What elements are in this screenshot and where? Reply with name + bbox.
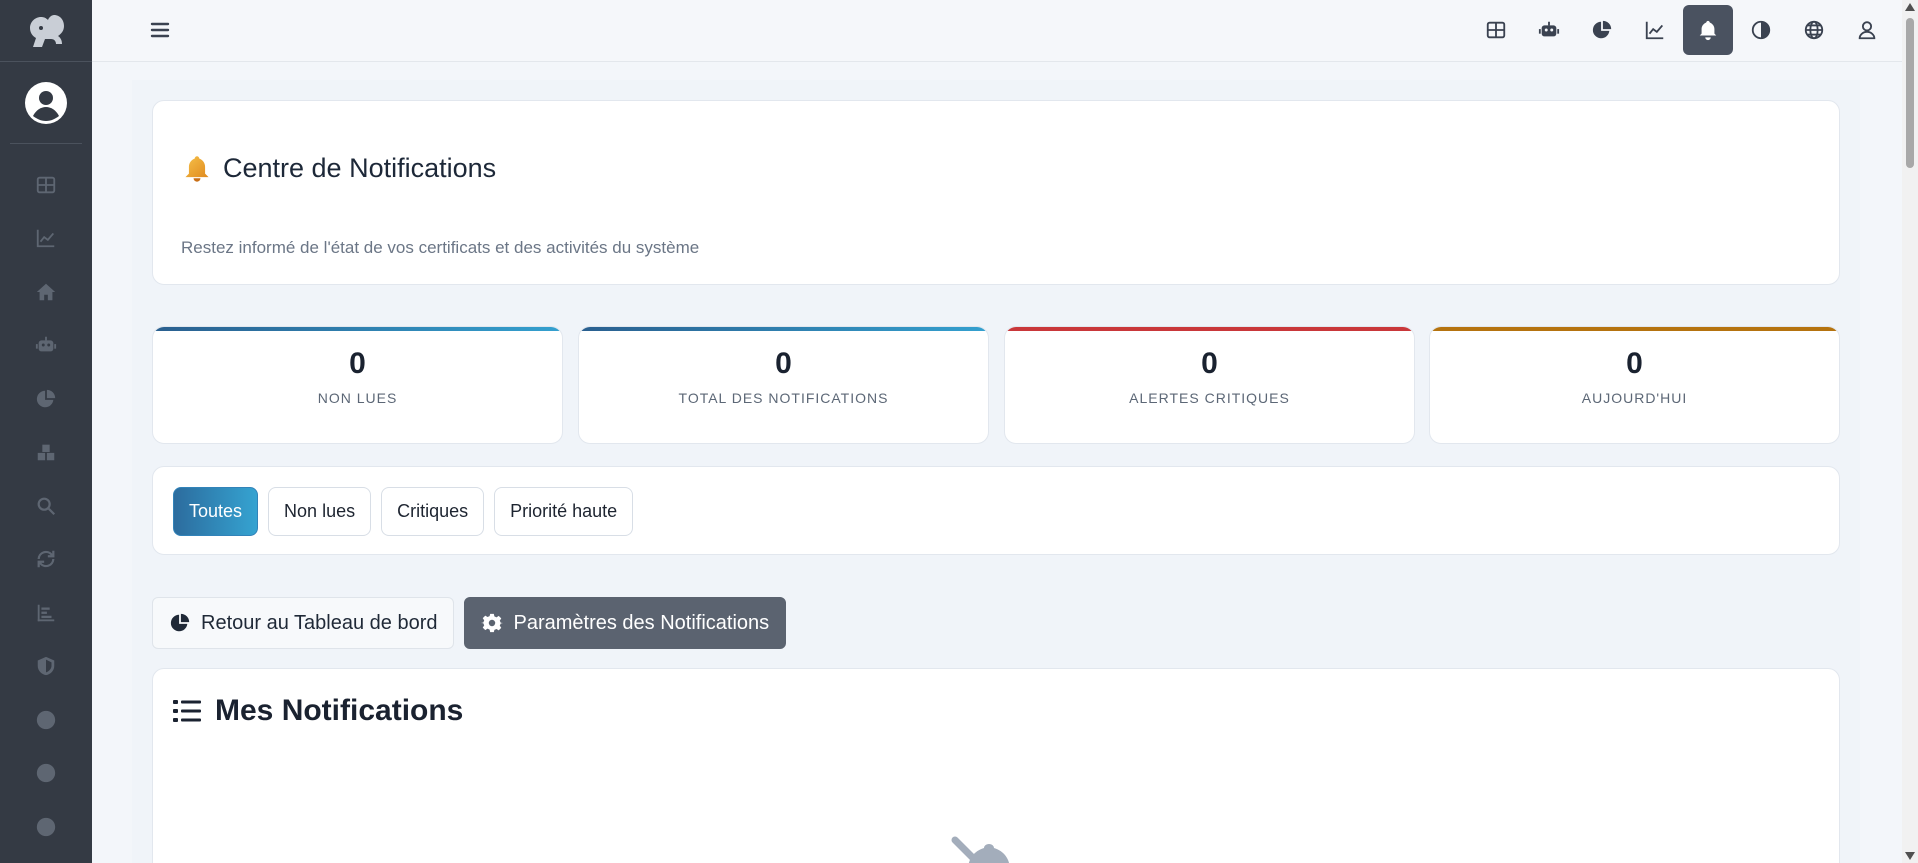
stat-value: 0 [349, 347, 366, 380]
nav-robot-button[interactable] [1524, 5, 1574, 55]
page-header-card: Centre de Notifications Restez informé d… [152, 100, 1840, 285]
chart-line-icon [1645, 21, 1664, 40]
circle-icon [36, 817, 56, 836]
sync-icon [37, 551, 55, 568]
sidebar-item-statistics[interactable] [0, 586, 92, 640]
nav-analytics-button[interactable] [1630, 5, 1680, 55]
action-buttons: Retour au Tableau de bord Paramètres des… [152, 597, 787, 649]
scroll-up-arrow-icon[interactable] [1905, 3, 1915, 11]
pie-chart-icon [36, 389, 56, 407]
stat-card-total: 0 TOTAL DES NOTIFICATIONS [578, 326, 989, 444]
stat-label: ALERTES CRITIQUES [1129, 390, 1290, 406]
pie-chart-icon [170, 613, 190, 632]
sidebar [0, 0, 92, 863]
nav-theme-button[interactable] [1736, 5, 1786, 55]
bell-icon [1699, 20, 1717, 41]
user-avatar[interactable] [10, 62, 82, 144]
filter-unread-button[interactable]: Non lues [268, 487, 372, 536]
stat-label: NON LUES [317, 390, 398, 406]
bar-chart-icon [37, 604, 55, 621]
back-to-dashboard-button[interactable]: Retour au Tableau de bord [152, 597, 455, 649]
squirrel-logo-icon [30, 14, 64, 47]
circle-icon [36, 710, 56, 729]
notification-settings-button[interactable]: Paramètres des Notifications [464, 597, 787, 649]
notification-settings-label: Paramètres des Notifications [513, 611, 770, 634]
sidebar-item-security[interactable] [0, 640, 92, 694]
stat-value: 0 [1626, 347, 1643, 380]
stat-accent-bar [153, 327, 562, 331]
user-icon [1858, 21, 1876, 40]
stat-card-critical: 0 ALERTES CRITIQUES [1004, 326, 1415, 444]
nav-profile-button[interactable] [1842, 5, 1892, 55]
sidebar-item-search[interactable] [0, 479, 92, 533]
sidebar-item-sync[interactable] [0, 533, 92, 587]
stat-label: TOTAL DES NOTIFICATIONS [678, 390, 889, 406]
vertical-scrollbar[interactable] [1902, 0, 1918, 863]
sidebar-item-extra-2[interactable] [0, 747, 92, 801]
page-title-row: Centre de Notifications [183, 153, 496, 184]
sidebar-item-dashboard[interactable] [0, 158, 92, 212]
nav-notifications-button[interactable] [1683, 5, 1733, 55]
gear-icon [481, 613, 504, 633]
filter-bar: Toutes Non lues Critiques Priorité haute [152, 466, 1840, 555]
sidebar-item-home[interactable] [0, 265, 92, 319]
stat-accent-bar [1430, 327, 1839, 331]
menu-toggle-button[interactable] [148, 18, 172, 42]
top-navbar [92, 0, 1902, 62]
stat-accent-bar [579, 327, 988, 331]
filter-high-priority-button[interactable]: Priorité haute [494, 487, 634, 536]
robot-icon [1538, 21, 1560, 37]
pie-chart-icon [1592, 20, 1612, 39]
scroll-down-arrow-icon[interactable] [1905, 852, 1915, 860]
globe-icon [1804, 20, 1824, 40]
contrast-icon [1751, 20, 1771, 40]
notifications-list-card: Mes Notifications [152, 668, 1840, 863]
robot-icon [35, 337, 57, 352]
sidebar-item-extra-1[interactable] [0, 693, 92, 747]
grid-icon [1486, 21, 1506, 39]
sidebar-item-inventory[interactable] [0, 426, 92, 480]
page-title: Centre de Notifications [223, 153, 497, 183]
sidebar-item-extra-3[interactable] [0, 800, 92, 854]
stat-accent-bar [1005, 327, 1414, 331]
search-icon [37, 497, 56, 515]
boxes-icon [37, 444, 55, 461]
stat-value: 0 [1201, 347, 1218, 380]
sidebar-item-robot[interactable] [0, 319, 92, 373]
notifications-title: Mes Notifications [215, 694, 464, 727]
page-subtitle: Restez informé de l'état de vos certific… [181, 238, 700, 257]
shield-icon [37, 657, 55, 676]
chart-line-icon [36, 230, 55, 248]
user-circle-icon [25, 81, 67, 124]
sidebar-item-reports[interactable] [0, 372, 92, 426]
nav-reports-button[interactable] [1577, 5, 1627, 55]
logo[interactable] [0, 0, 92, 62]
scrollbar-thumb[interactable] [1906, 18, 1914, 168]
list-icon [173, 700, 201, 722]
circle-icon [36, 764, 56, 783]
filter-all-button[interactable]: Toutes [173, 487, 259, 536]
stat-label: AUJOURD'HUI [1581, 390, 1688, 406]
main-content: Centre de Notifications Restez informé d… [132, 80, 1860, 863]
nav-language-button[interactable] [1789, 5, 1839, 55]
notifications-title-row: Mes Notifications [173, 694, 463, 728]
nav-dashboard-button[interactable] [1471, 5, 1521, 55]
bell-slash-icon [951, 836, 1010, 863]
sidebar-item-analytics[interactable] [0, 212, 92, 266]
bell-icon [185, 155, 209, 182]
hamburger-icon [150, 22, 170, 38]
grid-icon [36, 176, 56, 193]
stat-value: 0 [775, 347, 792, 380]
home-icon [36, 283, 56, 300]
back-to-dashboard-label: Retour au Tableau de bord [201, 611, 438, 634]
filter-critical-button[interactable]: Critiques [381, 487, 485, 536]
stat-card-unread: 0 NON LUES [152, 326, 563, 444]
stat-card-today: 0 AUJOURD'HUI [1429, 326, 1840, 444]
